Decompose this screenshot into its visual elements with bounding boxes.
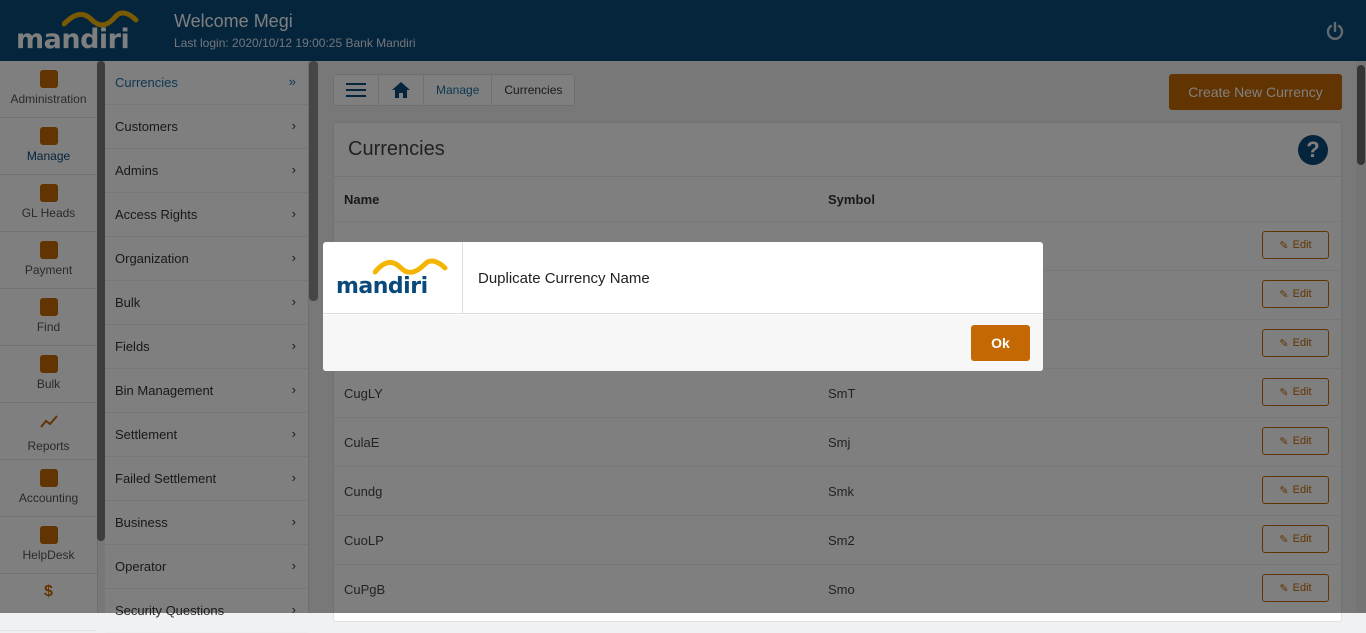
dialog-message: Duplicate Currency Name [478,270,650,287]
dialog-logo: mandiri [323,242,463,314]
ok-button[interactable]: Ok [971,325,1030,361]
alert-dialog: mandiri Duplicate Currency Name Ok [323,242,1043,371]
dialog-footer: Ok [323,315,1043,371]
dialog-header: mandiri Duplicate Currency Name [323,242,1043,314]
dialog-logo-text: mandiri [336,274,428,299]
